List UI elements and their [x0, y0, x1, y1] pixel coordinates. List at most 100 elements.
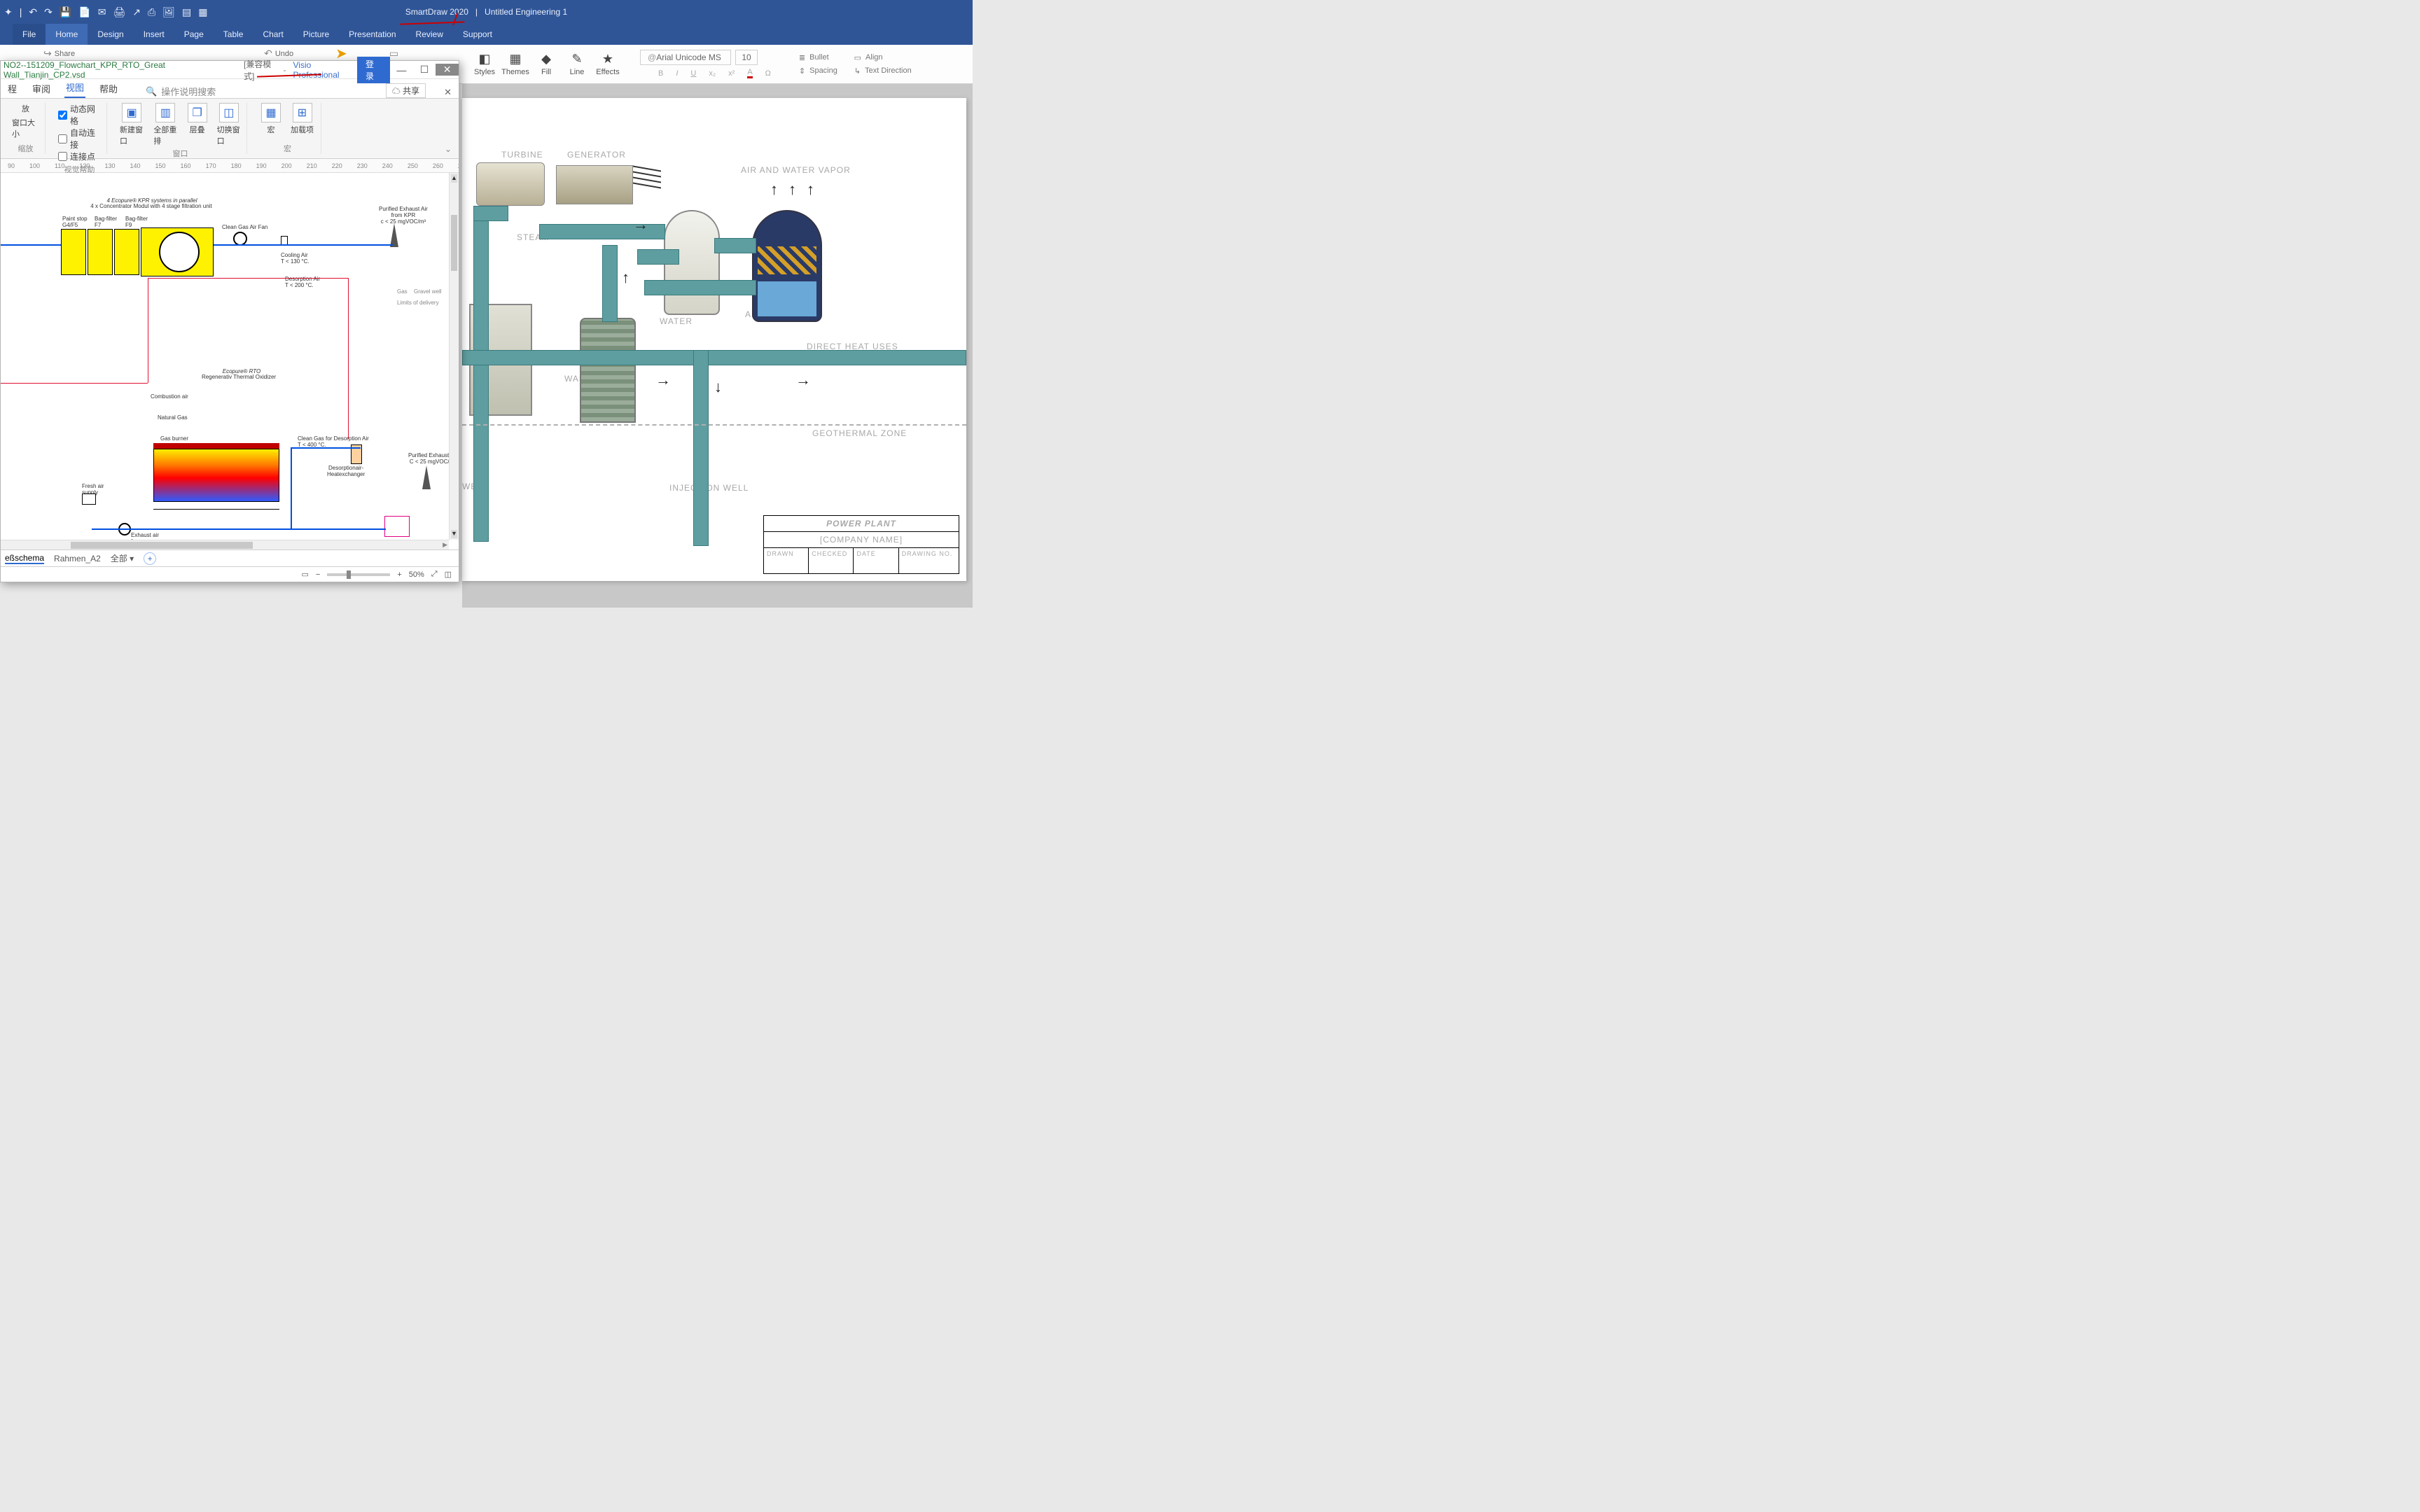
share-icon[interactable]: ↪: [43, 48, 52, 59]
vtab-cheng[interactable]: 程: [6, 79, 18, 98]
rbtn-themes[interactable]: ▦Themes: [500, 52, 531, 76]
rotary-wheel[interactable]: [159, 232, 200, 272]
rbtn-effects[interactable]: ★Effects: [592, 52, 623, 76]
zoom-in-icon[interactable]: +: [397, 570, 401, 579]
rbtn-fill[interactable]: ◆Fill: [531, 52, 562, 76]
textdir-icon[interactable]: ↳: [854, 66, 861, 76]
zoom-out-icon[interactable]: −: [316, 570, 320, 579]
tab-support[interactable]: Support: [453, 24, 502, 45]
btn-hong[interactable]: ▦宏: [261, 103, 281, 135]
vtab-bangzhu[interactable]: 帮助: [98, 79, 119, 98]
omega-icon[interactable]: Ω: [765, 69, 771, 78]
vtab-shenyue[interactable]: 审阅: [31, 79, 52, 98]
align-icon[interactable]: ▭: [854, 53, 861, 62]
vg1-ckdx[interactable]: 窗口大小: [12, 117, 39, 139]
tab-home[interactable]: Home: [46, 24, 88, 45]
subscript-icon[interactable]: x₂: [709, 69, 716, 78]
v-scrollbar[interactable]: ▲ ▼: [449, 173, 459, 540]
btn-jiazai[interactable]: ⊞加载项: [291, 103, 314, 135]
mail-icon[interactable]: ✉: [98, 6, 106, 18]
tab-table[interactable]: Table: [214, 24, 253, 45]
fit-icon[interactable]: ⤢: [431, 570, 438, 579]
italic-icon[interactable]: I: [676, 69, 678, 78]
sheet-1[interactable]: eßschema: [5, 553, 44, 564]
font-color-icon[interactable]: A: [747, 68, 752, 78]
generator-shape[interactable]: [556, 165, 633, 204]
btn-xinjian[interactable]: ▣新建窗口: [120, 103, 144, 146]
image-icon[interactable]: 🖼: [162, 6, 175, 18]
heat-exchanger[interactable]: [580, 318, 636, 423]
add-sheet-icon[interactable]: +: [144, 552, 156, 565]
fan-clean[interactable]: [233, 232, 247, 246]
visio-share-button[interactable]: ☁ 共享: [386, 83, 426, 98]
slide-icon[interactable]: ▦: [198, 6, 207, 18]
visio-pane-close-icon[interactable]: ✕: [444, 87, 452, 98]
vg1-fang[interactable]: 放: [22, 103, 29, 114]
chk-zidong[interactable]: 自动连接: [58, 127, 101, 150]
cooling-tower[interactable]: [752, 210, 822, 322]
filter-f7[interactable]: [88, 229, 113, 275]
h-scroll-thumb[interactable]: [71, 542, 253, 549]
font-select[interactable]: @Arial Unicode MS: [640, 50, 731, 65]
undo-icon[interactable]: ↶: [29, 6, 37, 18]
tab-file[interactable]: File: [13, 24, 46, 45]
maximize-icon[interactable]: ☐: [413, 64, 436, 76]
sheet-2[interactable]: Rahmen_A2: [54, 554, 101, 564]
tab-presentation[interactable]: Presentation: [339, 24, 405, 45]
sd-page[interactable]: TURBINE GENERATOR AIR AND WATER VAPOR ST…: [462, 98, 966, 581]
chk-lianjie[interactable]: 连接点: [58, 150, 95, 162]
freshair-box[interactable]: [82, 493, 96, 505]
tab-chart[interactable]: Chart: [253, 24, 293, 45]
scroll-thumb[interactable]: [451, 215, 457, 271]
tab-picture[interactable]: Picture: [293, 24, 339, 45]
h-scrollbar[interactable]: ▶: [1, 540, 449, 550]
presentation-icon[interactable]: ▭: [301, 570, 308, 579]
font-size[interactable]: 10: [735, 50, 758, 65]
tab-page[interactable]: Page: [174, 24, 214, 45]
filter-g4[interactable]: [61, 229, 86, 275]
tab-design[interactable]: Design: [88, 24, 133, 45]
pdf-icon[interactable]: ⎙: [148, 6, 155, 18]
analyzer-box[interactable]: [384, 516, 410, 537]
btn-cengdie[interactable]: ❐层叠: [188, 103, 207, 146]
shape-icon[interactable]: ▭: [389, 48, 398, 59]
scroll-down-icon[interactable]: ▼: [451, 530, 457, 538]
turbine-shape[interactable]: [476, 162, 545, 206]
scroll-right-icon[interactable]: ▶: [443, 541, 447, 549]
stack-1[interactable]: [390, 223, 398, 247]
open-icon[interactable]: 📄: [78, 6, 90, 18]
zoom-slider[interactable]: [327, 573, 390, 576]
scroll-up-icon[interactable]: ▲: [451, 174, 457, 183]
vtab-shitu[interactable]: 视图: [64, 78, 85, 98]
tab-insert[interactable]: Insert: [134, 24, 174, 45]
print-icon[interactable]: 🖨: [113, 6, 125, 18]
title-block[interactable]: POWER PLANT [COMPANY NAME] DRAWN CHECKED…: [763, 515, 959, 574]
ribbon-collapse-icon[interactable]: ⌄: [445, 144, 452, 154]
rto-bed[interactable]: [153, 449, 279, 502]
visio-search[interactable]: 🔍操作说明搜索: [146, 85, 216, 98]
app-icon[interactable]: ✦: [4, 6, 13, 18]
doc-icon[interactable]: ▤: [182, 6, 191, 18]
tab-review[interactable]: Review: [406, 24, 453, 45]
pane-icon[interactable]: ◫: [445, 570, 452, 579]
underline-icon[interactable]: U: [690, 69, 696, 78]
filter-f9[interactable]: [114, 229, 139, 275]
visio-titlebar[interactable]: NO2--151209_Flowchart_KPR_RTO_Great Wall…: [1, 61, 459, 79]
btn-quanbu[interactable]: ▥全部重排: [153, 103, 177, 146]
sheet-all[interactable]: 全部 ▾: [111, 552, 134, 564]
rbtn-styles[interactable]: ◧Styles: [469, 52, 500, 76]
superscript-icon[interactable]: x²: [728, 69, 735, 78]
close-icon[interactable]: ✕: [436, 64, 459, 76]
smartdraw-canvas[interactable]: TURBINE GENERATOR AIR AND WATER VAPOR ST…: [462, 84, 973, 608]
visio-login-button[interactable]: 登录: [357, 57, 390, 83]
spacing-icon[interactable]: ⇕: [799, 66, 805, 76]
bullet-icon[interactable]: ≣: [799, 53, 805, 62]
btn-qiehuan[interactable]: ◫切换窗口: [217, 103, 241, 146]
export-icon[interactable]: ↗: [132, 6, 141, 18]
bold-icon[interactable]: B: [658, 69, 663, 78]
stack-2[interactable]: [422, 465, 431, 489]
rbtn-line[interactable]: ✎Line: [562, 52, 592, 76]
visio-window[interactable]: NO2--151209_Flowchart_KPR_RTO_Great Wall…: [0, 60, 459, 582]
visio-canvas[interactable]: 4 Ecopure® KPR systems in parallel 4 x C…: [1, 173, 459, 550]
chk-dongtai[interactable]: 动态网格: [58, 103, 101, 127]
